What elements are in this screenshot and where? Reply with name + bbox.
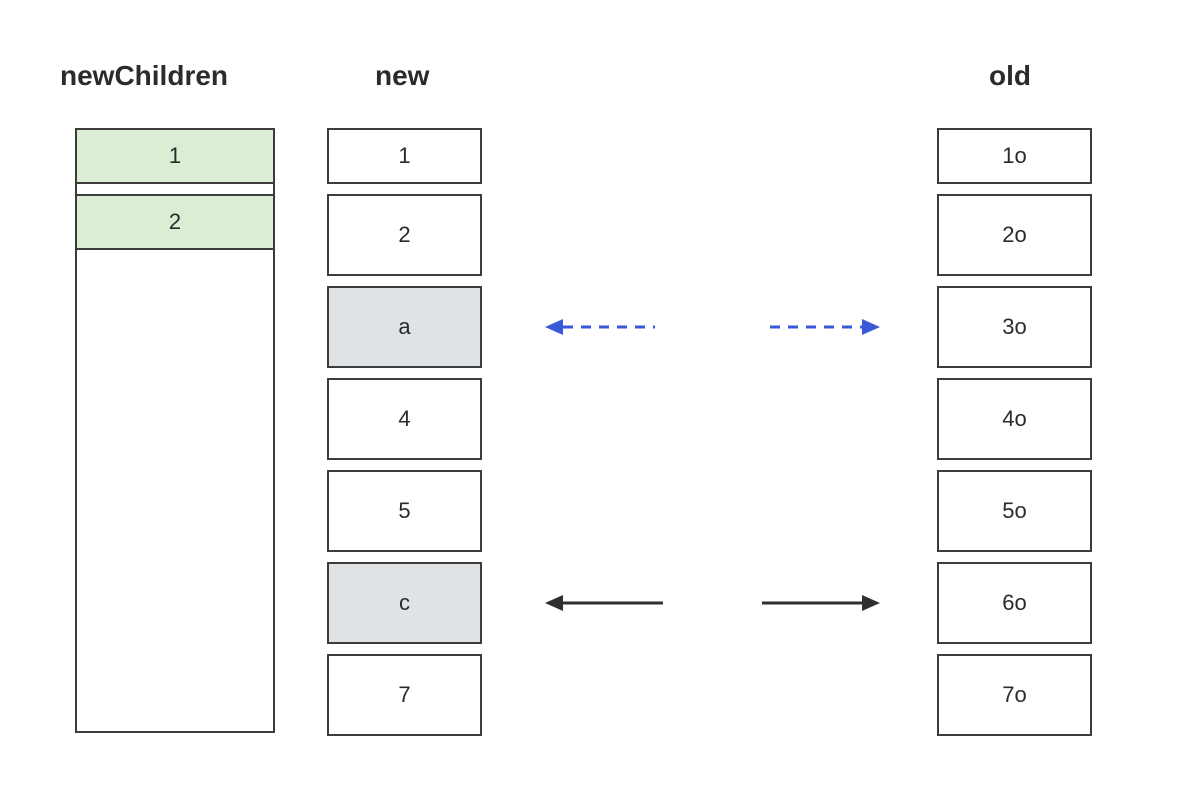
new-cell: 7 (327, 654, 482, 736)
cell-label: 6o (1002, 590, 1026, 616)
new-cell: 5 (327, 470, 482, 552)
cell-label: 5 (398, 498, 410, 524)
cell-label: 2o (1002, 222, 1026, 248)
new-cell: 2 (327, 194, 482, 276)
new-cell: 4 (327, 378, 482, 460)
old-cell: 7o (937, 654, 1092, 736)
old-cell: 1o (937, 128, 1092, 184)
new-cell: 1 (327, 128, 482, 184)
new-cell-highlight: a (327, 286, 482, 368)
new-cell-highlight: c (327, 562, 482, 644)
arrow-solid-left (545, 591, 665, 615)
arrow-dashed-right (760, 315, 880, 339)
cell-label: 3o (1002, 314, 1026, 340)
cell-label: 2 (398, 222, 410, 248)
cell-label: 4o (1002, 406, 1026, 432)
old-cell: 3o (937, 286, 1092, 368)
cell-label: 1o (1002, 143, 1026, 169)
cell-label: 1 (398, 143, 410, 169)
old-cell: 2o (937, 194, 1092, 276)
heading-new: new (375, 60, 429, 92)
cell-label: 5o (1002, 498, 1026, 524)
cell-label: c (399, 590, 410, 616)
old-cell: 6o (937, 562, 1092, 644)
cell-label: 7 (398, 682, 410, 708)
cell-label: 2 (169, 209, 181, 235)
old-cell: 5o (937, 470, 1092, 552)
arrow-solid-right (760, 591, 880, 615)
cell-label: 1 (169, 143, 181, 169)
newchildren-cell: 2 (75, 194, 275, 250)
old-cell: 4o (937, 378, 1092, 460)
cell-label: 7o (1002, 682, 1026, 708)
newchildren-cell: 1 (75, 128, 275, 184)
cell-label: 4 (398, 406, 410, 432)
arrow-dashed-left (545, 315, 665, 339)
heading-old: old (989, 60, 1031, 92)
cell-label: a (398, 314, 410, 340)
heading-newchildren: newChildren (60, 60, 228, 92)
